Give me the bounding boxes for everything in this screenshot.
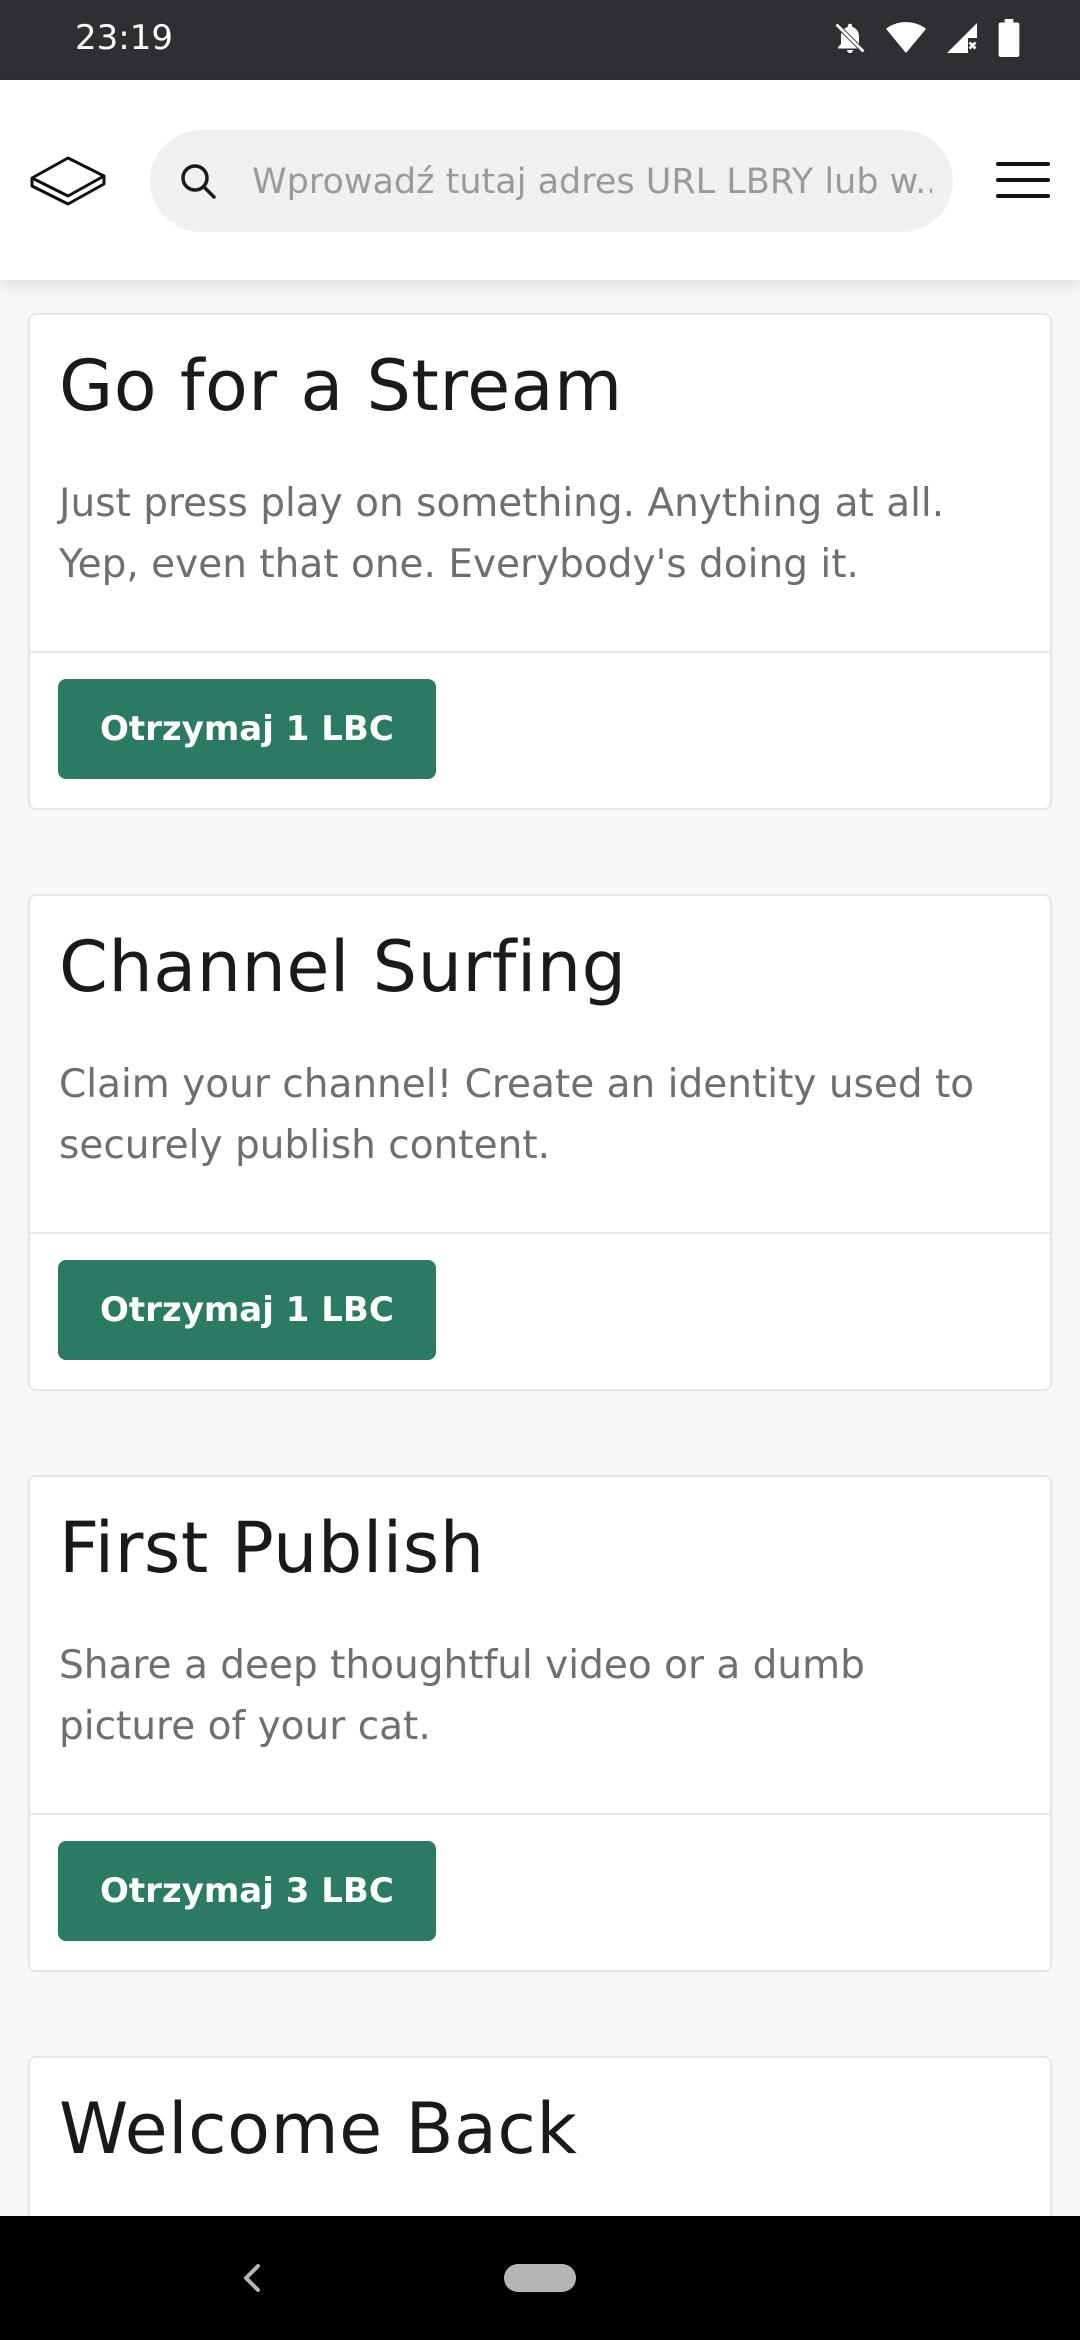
card-description: Claim your channel! Create an identity u… [59, 1062, 975, 1168]
reward-card-go-for-a-stream: Go for a Stream Just press play on somet… [28, 313, 1052, 810]
reward-card-channel-surfing: Channel Surfing Claim your channel! Crea… [28, 894, 1052, 1391]
hamburger-menu-icon[interactable] [996, 158, 1050, 202]
claim-reward-button[interactable]: Otrzymaj 3 LBC [58, 1841, 436, 1941]
back-icon[interactable] [238, 2260, 268, 2296]
card-description: Just press play on something. Anything a… [59, 481, 945, 587]
card-title: Welcome Back [59, 2088, 578, 2170]
app-header [0, 80, 1080, 280]
lbry-logo-icon[interactable] [28, 150, 108, 210]
card-title: Go for a Stream [59, 345, 623, 427]
status-time: 23:19 [75, 18, 173, 58]
card-divider [30, 1813, 1050, 1815]
signal-icon [944, 20, 980, 60]
card-description: Share a deep thoughtful video or a dumb … [59, 1643, 865, 1749]
home-pill-icon[interactable] [504, 2264, 576, 2292]
search-input[interactable] [250, 130, 934, 234]
status-icons [832, 18, 1020, 62]
search-bar[interactable] [150, 130, 953, 234]
claim-reward-button[interactable]: Otrzymaj 1 LBC [58, 679, 436, 779]
card-title: Channel Surfing [59, 926, 627, 1008]
notifications-off-icon [832, 20, 868, 60]
wifi-icon [886, 20, 926, 60]
battery-icon [998, 19, 1020, 61]
card-divider [30, 1232, 1050, 1234]
system-navigation-bar [0, 2216, 1080, 2340]
status-bar: 23:19 [0, 0, 1080, 80]
card-title: First Publish [59, 1507, 485, 1589]
reward-card-first-publish: First Publish Share a deep thoughtful vi… [28, 1475, 1052, 1972]
claim-reward-button[interactable]: Otrzymaj 1 LBC [58, 1260, 436, 1360]
search-icon[interactable] [178, 161, 218, 201]
card-divider [30, 651, 1050, 653]
